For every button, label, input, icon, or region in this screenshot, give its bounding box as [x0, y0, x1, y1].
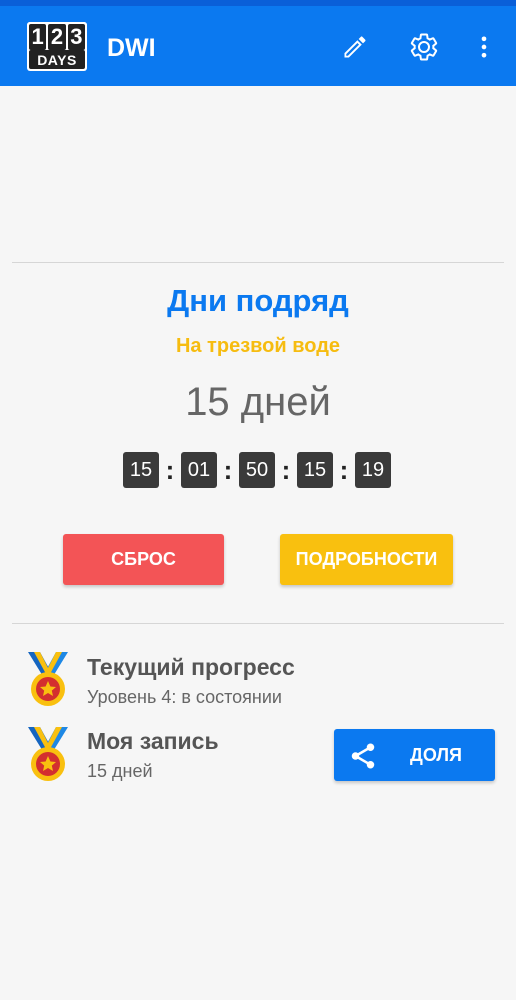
timer-separator: :	[339, 455, 349, 485]
app-title: DWI	[107, 34, 156, 62]
elapsed-timer: 15 : 01 : 50 : 15 : 19	[123, 452, 391, 488]
streak-title: Дни подряд	[167, 283, 349, 318]
divider	[12, 623, 504, 624]
streak-subtitle: На трезвой воде	[175, 335, 341, 357]
record-value: 15 дней	[87, 761, 153, 781]
timer-cell: 19	[355, 452, 391, 488]
timer-cell: 15	[123, 452, 159, 488]
timer-cell: 15	[297, 452, 333, 488]
divider	[12, 262, 504, 263]
logo-label: DAYS	[29, 50, 85, 69]
more-options-button[interactable]	[464, 27, 504, 67]
reset-button[interactable]: СБРОС	[63, 534, 224, 585]
medal-icon	[28, 727, 68, 781]
app-logo: 1 2 3 DAYS	[27, 22, 87, 71]
record-title: Моя запись	[87, 728, 219, 754]
share-button[interactable]: ДОЛЯ	[334, 729, 495, 781]
current-progress-title: Текущий прогресс	[87, 654, 295, 680]
settings-button[interactable]	[404, 27, 444, 67]
timer-separator: :	[281, 455, 291, 485]
settings-icon	[410, 33, 438, 61]
timer-cell: 01	[181, 452, 217, 488]
edit-icon	[344, 36, 366, 58]
timer-cell: 50	[239, 452, 275, 488]
timer-separator: :	[223, 455, 233, 485]
share-label: ДОЛЯ	[410, 745, 462, 765]
logo-digit: 2	[48, 24, 66, 50]
medal-icon	[28, 652, 68, 706]
app-bar: 1 2 3 DAYS DWI	[0, 6, 516, 86]
details-button[interactable]: ПОДРОБНОСТИ	[280, 534, 453, 585]
logo-digit: 3	[67, 24, 85, 50]
days-count: 15 дней	[185, 380, 331, 424]
timer-separator: :	[165, 455, 175, 485]
more-vert-icon	[481, 36, 487, 58]
edit-button[interactable]	[335, 27, 375, 67]
logo-digit: 1	[29, 24, 47, 50]
current-progress-level: Уровень 4: в состоянии	[87, 687, 282, 707]
share-icon	[351, 743, 375, 769]
